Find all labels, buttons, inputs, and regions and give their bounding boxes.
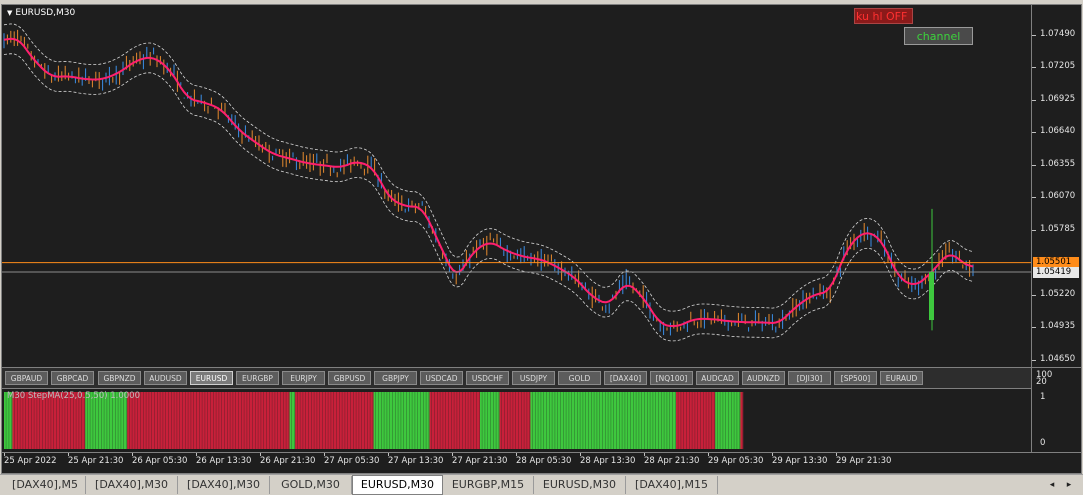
tab-scroll-right-icon[interactable]: ▸ (1063, 479, 1075, 491)
chart-tab[interactable]: EURUSD,M30 (534, 476, 626, 494)
toggle-hl-button[interactable]: ku hl OFF (854, 8, 913, 24)
line-price-badge: 1.05501 (1033, 256, 1079, 268)
symbol-button-gbpcad[interactable]: GBPCAD (51, 371, 94, 385)
chart-tab[interactable]: [DAX40],M5 (5, 476, 86, 494)
symbol-button-eurjpy[interactable]: EURJPY (282, 371, 325, 385)
histogram-segment-up (480, 392, 500, 449)
envelope-lower (3, 53, 974, 342)
chart-tab[interactable]: [DAX40],M30 (86, 476, 178, 494)
indicator-label: M30 StepMA(25,0.5,50) 1.0000 (7, 391, 140, 401)
time-label: 26 Apr 21:30 (260, 456, 316, 466)
time-label: 29 Apr 05:30 (708, 456, 764, 466)
symbol-button-bar: GBPAUD GBPCAD GBPNZD AUDUSD EURUSD EURGBP EURJ… (1, 368, 1032, 388)
price-tick (1032, 360, 1036, 362)
symbol-button-dji30[interactable]: [DJI30] (788, 371, 831, 385)
price-label: 1.06070 (1040, 191, 1076, 202)
time-label: 26 Apr 13:30 (196, 456, 252, 466)
symbol-button-nq100[interactable]: [NQ100] (650, 371, 693, 385)
symbol-button-euraud[interactable]: EURAUD (880, 371, 923, 385)
price-tick (1032, 67, 1036, 69)
indicator-plot (4, 392, 744, 449)
price-label: 1.07205 (1040, 61, 1076, 72)
price-tick (1032, 132, 1036, 134)
chart-tab-bar: ◂ ▸ [DAX40],M5 [DAX40],M30 [DAX40],M30 GOLD… (0, 474, 1083, 495)
symbol-button-gbpaud[interactable]: GBPAUD (5, 371, 48, 385)
price-tick (1032, 164, 1036, 166)
price-label: 1.06355 (1040, 158, 1076, 169)
price-plot (2, 23, 1031, 342)
symbol-button-usdchf[interactable]: USDCHF (466, 371, 509, 385)
channel-button[interactable]: channel (904, 27, 973, 45)
price-tick (1032, 327, 1036, 329)
price-tick (1032, 99, 1036, 101)
chart-tab[interactable]: [DAX40],M15 (626, 476, 718, 494)
time-label: 29 Apr 13:30 (772, 456, 828, 466)
time-label: 28 Apr 05:30 (516, 456, 572, 466)
time-label: 27 Apr 13:30 (388, 456, 444, 466)
time-label: 25 Apr 2022 (4, 456, 57, 466)
price-tick (1032, 197, 1036, 199)
envelope-upper (3, 23, 974, 312)
moving-average-line (3, 37, 974, 327)
time-label: 25 Apr 21:30 (68, 456, 124, 466)
time-label: 29 Apr 21:30 (836, 456, 892, 466)
time-label: 27 Apr 21:30 (452, 456, 508, 466)
symbol-button-usdcad[interactable]: USDCAD (420, 371, 463, 385)
indicator-scale[interactable]: 100 20 1 0 (1032, 368, 1082, 453)
price-label: 1.06640 (1040, 126, 1076, 137)
symbol-button-usdjpy[interactable]: USDJPY (512, 371, 555, 385)
time-label: 28 Apr 21:30 (644, 456, 700, 466)
price-label: 1.05220 (1040, 288, 1076, 299)
symbol-button-gbpjpy[interactable]: GBPJPY (374, 371, 417, 385)
time-axis[interactable]: 25 Apr 2022 25 Apr 21:30 26 Apr 05:30 26 Ap… (1, 453, 1082, 474)
histogram-segment-down (676, 392, 716, 449)
symbol-button-sp500[interactable]: [SP500] (834, 371, 877, 385)
chart-tab[interactable]: [DAX40],M30 (178, 476, 270, 494)
price-tick (1032, 34, 1036, 36)
time-label: 26 Apr 05:30 (132, 456, 188, 466)
main-price-chart[interactable]: ▼ EURUSD,M30 ku hl OFF channel (1, 4, 1032, 368)
price-label: 1.06925 (1040, 93, 1076, 104)
price-label: 1.04650 (1040, 354, 1076, 365)
bid-price-badge: 1.05419 (1033, 267, 1079, 279)
symbol-button-dax40[interactable]: [DAX40] (604, 371, 647, 385)
tab-scroll-left-icon[interactable]: ◂ (1046, 479, 1058, 491)
symbol-button-eurusd[interactable]: EURUSD (190, 371, 233, 385)
indicator-subwindow[interactable]: M30 StepMA(25,0.5,50) 1.0000 (1, 388, 1032, 453)
symbol-button-gold[interactable]: GOLD (558, 371, 601, 385)
symbol-button-audcad[interactable]: AUDCAD (696, 371, 739, 385)
indicator-scale-label: 0 (1040, 438, 1046, 448)
price-label: 1.04935 (1040, 321, 1076, 332)
chart-tab[interactable]: EURUSD,M30 (352, 475, 443, 495)
chart-tab[interactable]: GOLD,M30 (270, 476, 352, 494)
indicator-scale-label: 20 (1036, 377, 1047, 387)
price-label: 1.07490 (1040, 28, 1076, 39)
histogram-segment-up (373, 392, 430, 449)
symbol-button-audusd[interactable]: AUDUSD (144, 371, 187, 385)
chart-menu-triangle-icon[interactable]: ▼ (7, 9, 12, 17)
symbol-button-gbpnzd[interactable]: GBPNZD (98, 371, 141, 385)
symbol-button-eurgbp[interactable]: EURGBP (236, 371, 279, 385)
price-label: 1.05785 (1040, 224, 1076, 235)
chart-title: ▼ EURUSD,M30 (7, 8, 75, 18)
time-label: 27 Apr 05:30 (324, 456, 380, 466)
chart-tab[interactable]: EURGBP,M15 (443, 476, 534, 494)
time-label: 28 Apr 13:30 (580, 456, 636, 466)
price-tick (1032, 230, 1036, 232)
symbol-button-gbpusd[interactable]: GBPUSD (328, 371, 371, 385)
price-tick (1032, 294, 1036, 296)
symbol-button-audnzd[interactable]: AUDNZD (742, 371, 785, 385)
indicator-scale-label: 1 (1040, 392, 1046, 402)
price-scale[interactable]: 1.07490 1.07205 1.06925 1.06640 1.06355 1.060… (1032, 4, 1082, 368)
chart-title-text: EURUSD,M30 (15, 8, 76, 18)
